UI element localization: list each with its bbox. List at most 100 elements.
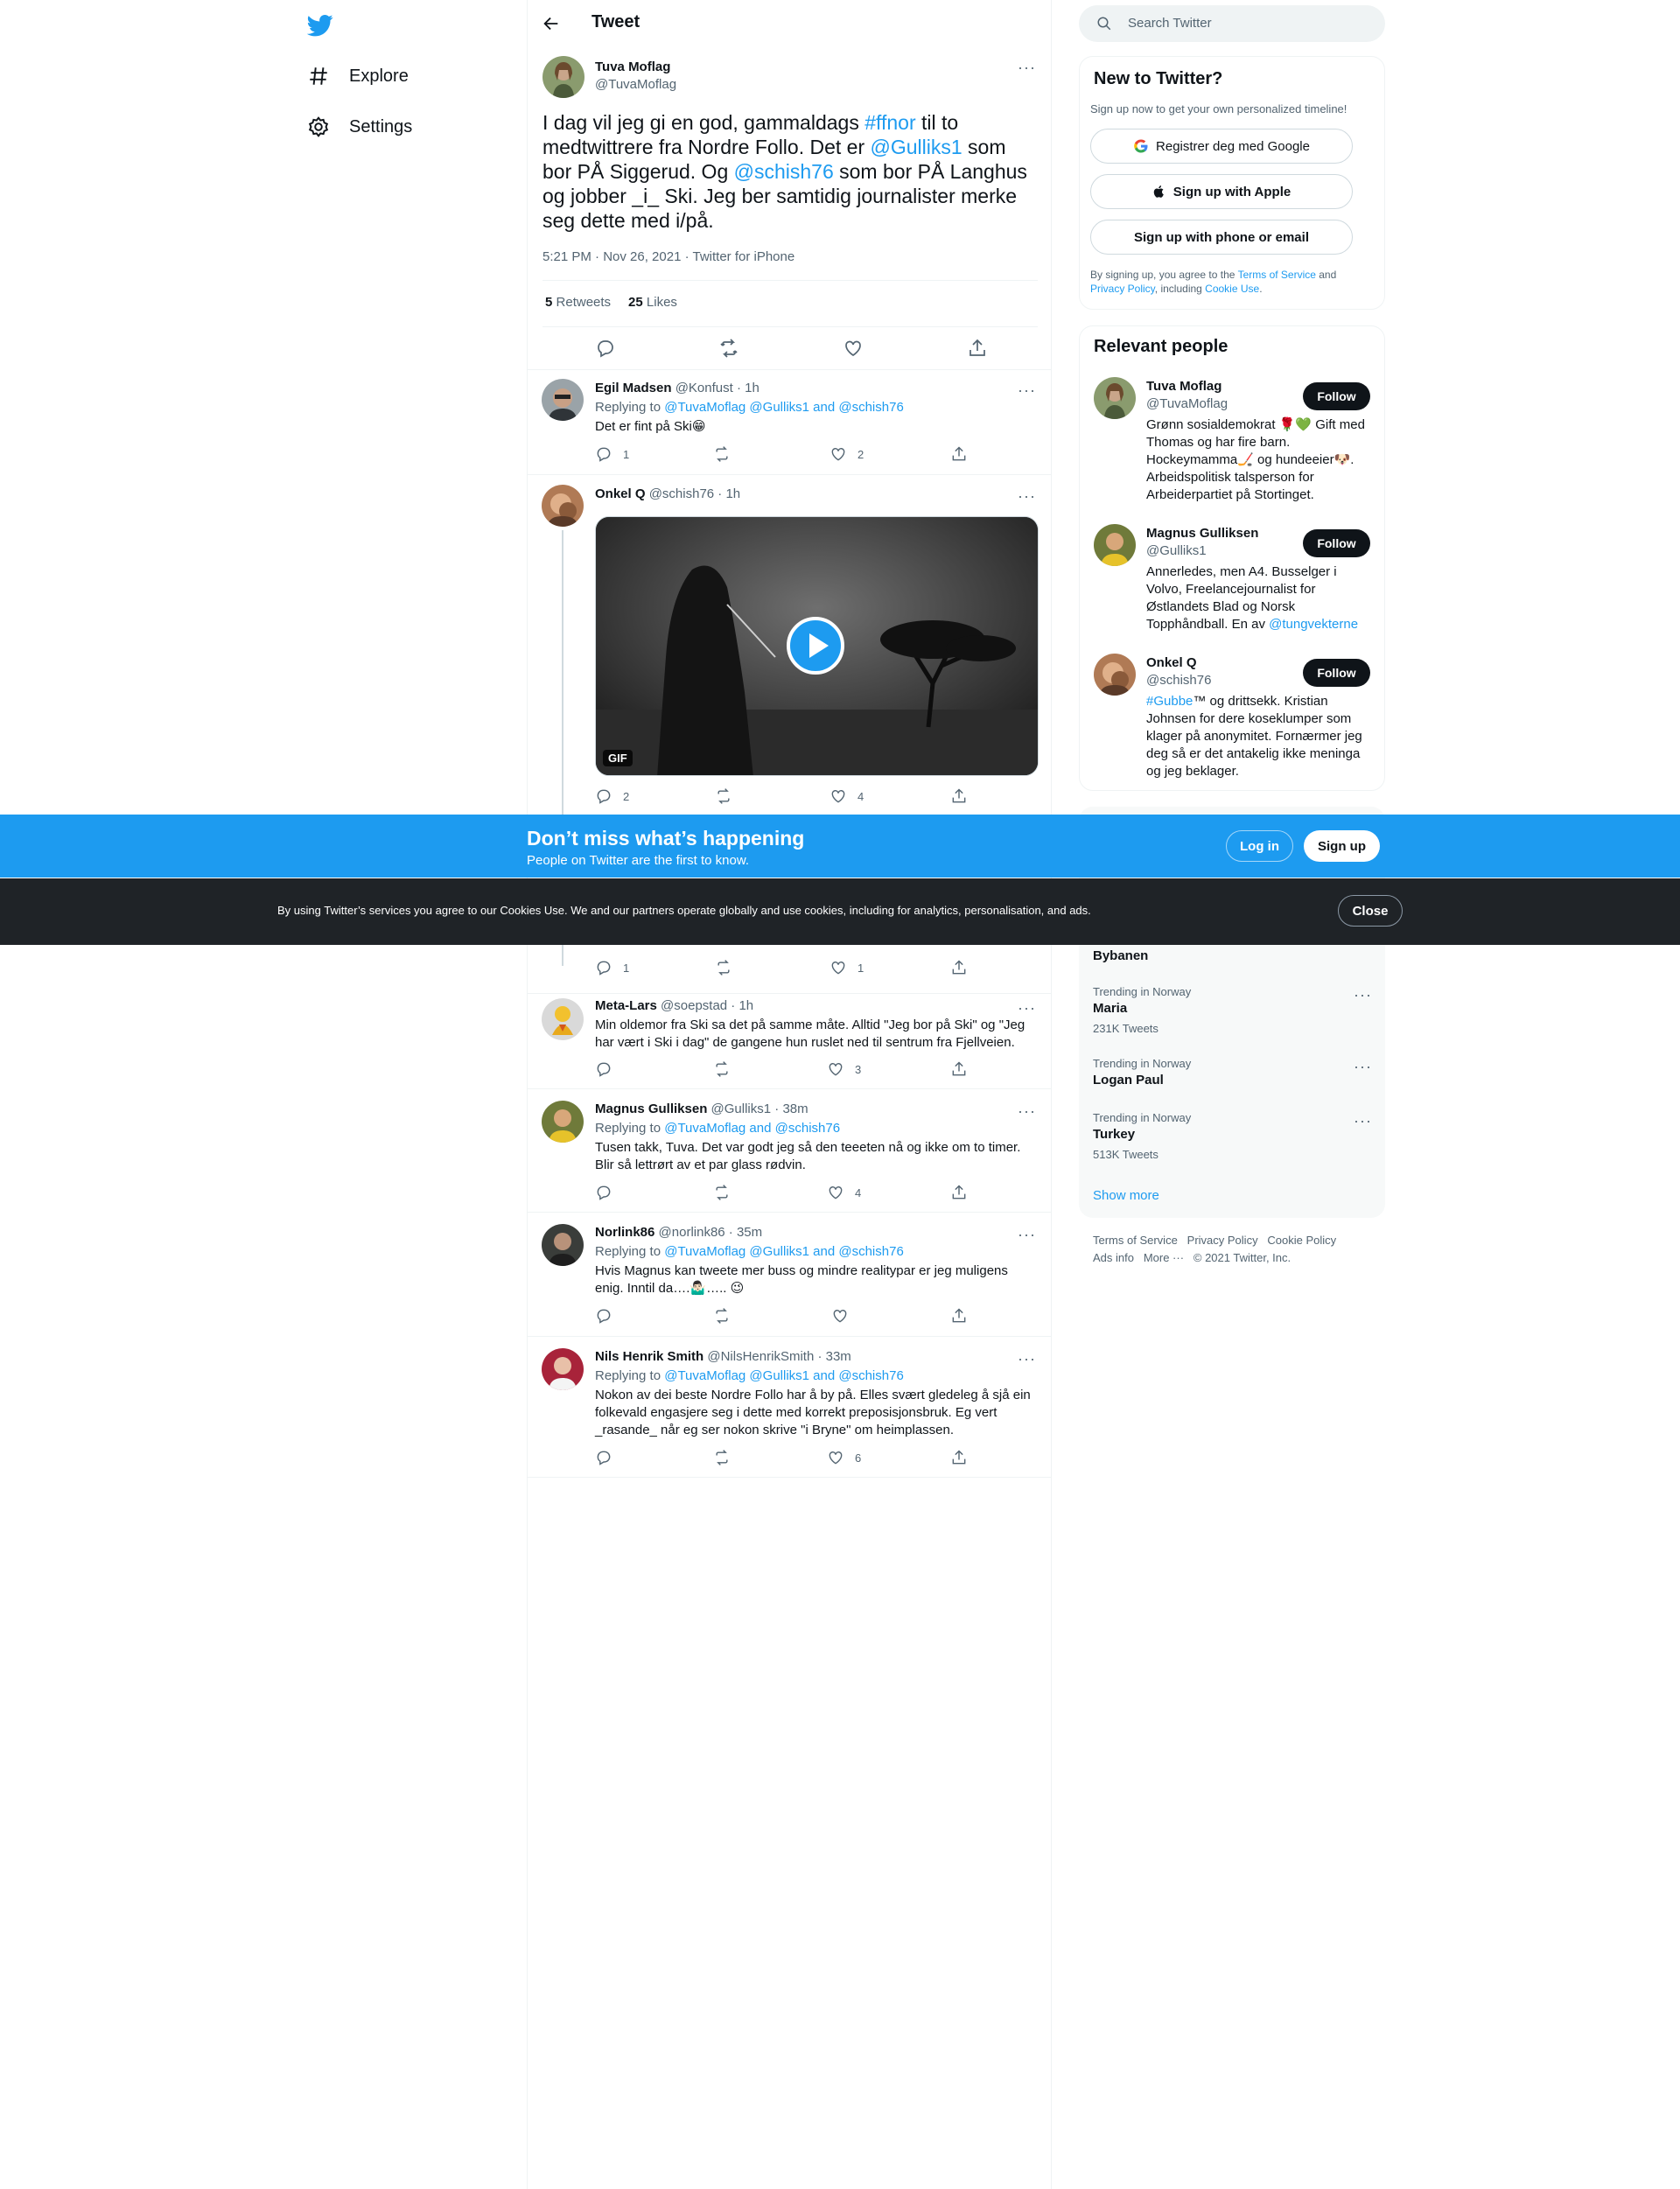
trend-name[interactable]: Bybanen <box>1093 948 1148 963</box>
search-input[interactable]: Search Twitter <box>1128 16 1212 31</box>
reply-tweet[interactable]: Norlink86 @norlink86 · 35m ··· Replying … <box>528 1213 1051 1337</box>
follow-button[interactable]: Follow <box>1303 529 1370 557</box>
like-button[interactable]: 2 <box>830 445 864 463</box>
footer-ads-link[interactable]: Ads info <box>1093 1251 1134 1264</box>
reply-button[interactable]: 2 <box>595 787 629 805</box>
retweet-button[interactable] <box>718 338 739 359</box>
reply-author[interactable]: Nils Henrik Smith <box>595 1349 704 1364</box>
reply-button[interactable] <box>595 338 616 359</box>
person-name[interactable]: Onkel Q <box>1146 655 1197 670</box>
avatar[interactable] <box>542 1224 584 1266</box>
follow-button[interactable]: Follow <box>1303 382 1370 410</box>
more-icon[interactable]: ··· <box>1018 59 1036 75</box>
like-button[interactable]: 4 <box>830 787 864 805</box>
likes-stat[interactable]: 25 Likes <box>628 295 677 310</box>
more-icon[interactable]: ··· <box>1354 1113 1372 1129</box>
replying-to-link[interactable]: @TuvaMoflag and @schish76 <box>664 1121 840 1136</box>
retweets-stat[interactable]: 5 Retweets <box>545 295 611 310</box>
more-icon[interactable]: ··· <box>1018 382 1036 398</box>
show-more-link[interactable]: Show more <box>1093 1188 1159 1203</box>
reply-handle-time[interactable]: @soepstad · 1h <box>661 998 753 1013</box>
mention-link[interactable]: @schish76 <box>734 160 834 183</box>
google-signup-button[interactable]: Registrer deg med Google <box>1090 129 1353 164</box>
share-button[interactable] <box>950 1307 968 1325</box>
avatar[interactable] <box>542 485 584 527</box>
reply-author[interactable]: Onkel Q <box>595 486 646 501</box>
person-handle[interactable]: @Gulliks1 <box>1146 543 1207 558</box>
share-button[interactable] <box>950 1449 968 1466</box>
signup-button[interactable]: Sign up <box>1304 830 1380 862</box>
author-handle[interactable]: @TuvaMoflag <box>595 77 676 92</box>
footer-privacy-link[interactable]: Privacy Policy <box>1187 1234 1258 1247</box>
person-name[interactable]: Magnus Gulliksen <box>1146 526 1258 541</box>
like-button[interactable]: 3 <box>827 1060 861 1078</box>
person-handle[interactable]: @schish76 <box>1146 673 1211 688</box>
reply-handle-time[interactable]: @Konfust · 1h <box>676 381 760 395</box>
gif-media[interactable]: GIF <box>595 516 1039 776</box>
reply-author[interactable]: Magnus Gulliksen <box>595 1101 707 1116</box>
avatar[interactable] <box>542 1101 584 1143</box>
trend-name[interactable]: Maria <box>1093 1001 1127 1016</box>
nav-item-explore[interactable]: Explore <box>307 59 409 94</box>
reply-handle-time[interactable]: @schish76 · 1h <box>649 486 740 501</box>
more-icon[interactable]: ··· <box>1354 987 1372 1003</box>
avatar[interactable] <box>542 998 584 1040</box>
play-icon[interactable] <box>787 617 844 675</box>
search-bar[interactable]: Search Twitter <box>1079 5 1385 42</box>
mention-link[interactable]: @Gulliks1 <box>871 136 962 158</box>
footer-terms-link[interactable]: Terms of Service <box>1093 1234 1178 1247</box>
more-icon[interactable]: ··· <box>1354 1059 1372 1074</box>
retweet-button[interactable] <box>715 787 732 805</box>
reply-button[interactable] <box>595 1184 612 1201</box>
share-button[interactable] <box>950 787 968 805</box>
login-button[interactable]: Log in <box>1226 830 1293 862</box>
footer-more-link[interactable]: More ··· <box>1144 1251 1184 1264</box>
like-button[interactable]: 4 <box>827 1184 861 1201</box>
replying-to-link[interactable]: @TuvaMoflag @Gulliks1 and @schish76 <box>664 1244 904 1259</box>
avatar[interactable] <box>1094 524 1136 566</box>
like-button[interactable]: 6 <box>827 1449 861 1466</box>
like-button[interactable] <box>831 1307 849 1325</box>
trend-name[interactable]: Turkey <box>1093 1127 1135 1142</box>
avatar[interactable] <box>542 56 584 98</box>
more-icon[interactable]: ··· <box>1018 488 1036 504</box>
avatar[interactable] <box>1094 377 1136 419</box>
trend-name[interactable]: Logan Paul <box>1093 1073 1164 1088</box>
reply-button[interactable]: 1 <box>595 959 629 976</box>
more-icon[interactable]: ··· <box>1018 1103 1036 1119</box>
reply-button[interactable] <box>595 1449 612 1466</box>
like-button[interactable]: 1 <box>830 959 864 976</box>
privacy-policy-link[interactable]: Privacy Policy <box>1090 283 1155 295</box>
retweet-button[interactable] <box>713 445 731 463</box>
share-button[interactable] <box>950 445 968 463</box>
reply-tweet[interactable]: Magnus Gulliksen @Gulliks1 · 38m ··· Rep… <box>528 1090 1051 1213</box>
retweet-button[interactable] <box>713 1307 731 1325</box>
reply-author[interactable]: Meta-Lars <box>595 998 657 1013</box>
more-icon[interactable]: ··· <box>1018 1227 1036 1242</box>
reply-author[interactable]: Norlink86 <box>595 1225 654 1240</box>
hashtag-link[interactable]: #Gubbe <box>1146 694 1193 709</box>
person-name[interactable]: Tuva Moflag <box>1146 379 1222 394</box>
cookie-use-link[interactable]: Cookie Use <box>1205 283 1259 295</box>
share-button[interactable] <box>950 1184 968 1201</box>
author-name[interactable]: Tuva Moflag <box>595 59 670 74</box>
replying-to-link[interactable]: @TuvaMoflag @Gulliks1 and @schish76 <box>664 400 904 415</box>
nav-item-settings[interactable]: Settings <box>307 109 412 144</box>
reply-button[interactable] <box>595 1060 612 1078</box>
tweet-timestamp[interactable]: 5:21 PM · Nov 26, 2021 · Twitter for iPh… <box>542 249 794 264</box>
share-button[interactable] <box>950 1060 968 1078</box>
retweet-button[interactable] <box>713 1184 731 1201</box>
footer-cookie-link[interactable]: Cookie Policy <box>1267 1234 1336 1247</box>
more-icon[interactable]: ··· <box>1018 1000 1036 1016</box>
avatar[interactable] <box>542 1348 584 1390</box>
retweet-button[interactable] <box>713 1060 731 1078</box>
share-button[interactable] <box>950 959 968 976</box>
close-button[interactable]: Close <box>1338 895 1403 927</box>
mention-link[interactable]: @tungvekterne <box>1269 617 1358 632</box>
like-button[interactable] <box>843 338 864 359</box>
avatar[interactable] <box>542 379 584 421</box>
reply-author[interactable]: Egil Madsen <box>595 381 672 395</box>
hashtag-link[interactable]: #ffnor <box>864 111 915 134</box>
twitter-logo-icon[interactable] <box>307 12 333 38</box>
retweet-button[interactable] <box>713 1449 731 1466</box>
